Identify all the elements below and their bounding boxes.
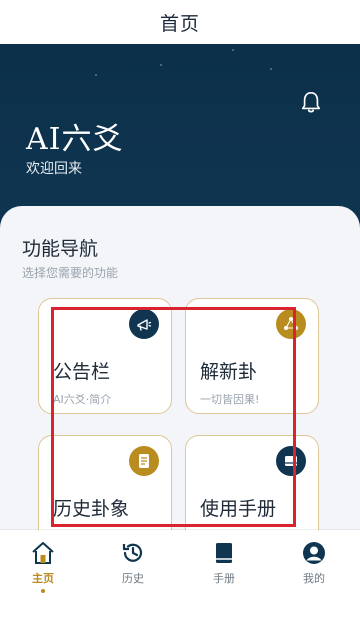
profile-icon: [303, 542, 325, 564]
bell-icon[interactable]: [300, 90, 322, 114]
section-subtitle: 选择您需要的功能: [22, 266, 119, 280]
star-decoration: [270, 68, 272, 70]
history-icon: [122, 543, 143, 562]
card-title: 公告栏: [53, 361, 111, 383]
megaphone-icon: [129, 309, 159, 339]
tab-profile[interactable]: 我的: [284, 540, 344, 586]
card-subtitle: 一切皆因果!: [200, 393, 260, 406]
tab-history[interactable]: 历史: [103, 540, 163, 586]
card-subtitle: AI六爻·简介: [53, 393, 112, 406]
card-title: 使用手册: [200, 498, 277, 520]
book-icon: [216, 543, 232, 563]
active-indicator: [41, 589, 45, 593]
home-icon: [32, 542, 54, 564]
tab-label: 主页: [32, 572, 54, 585]
star-decoration: [95, 74, 97, 76]
share-nodes-icon: [276, 309, 306, 339]
welcome-text: 欢迎回来: [26, 161, 82, 177]
card-new-reading[interactable]: 解新卦 一切皆因果!: [185, 298, 319, 414]
tab-home[interactable]: 主页: [13, 540, 73, 593]
tab-manual[interactable]: 手册: [194, 540, 254, 586]
star-decoration: [160, 64, 162, 66]
app-title: AI六爻: [26, 122, 124, 157]
tab-label: 历史: [122, 572, 144, 585]
star-decoration: [232, 49, 234, 51]
card-title: 解新卦: [200, 361, 258, 383]
card-title: 历史卦象: [53, 498, 130, 520]
bottom-tab-bar: 主页 历史 手册 我的: [0, 530, 360, 619]
book-icon: [276, 446, 306, 476]
document-icon: [129, 446, 159, 476]
page-title: 首页: [159, 12, 200, 35]
section-title: 功能导航: [22, 238, 99, 260]
tab-label: 我的: [303, 572, 325, 585]
top-bar: 首页: [0, 0, 360, 44]
tab-label: 手册: [213, 572, 235, 585]
card-announcements[interactable]: 公告栏 AI六爻·简介: [38, 298, 172, 414]
